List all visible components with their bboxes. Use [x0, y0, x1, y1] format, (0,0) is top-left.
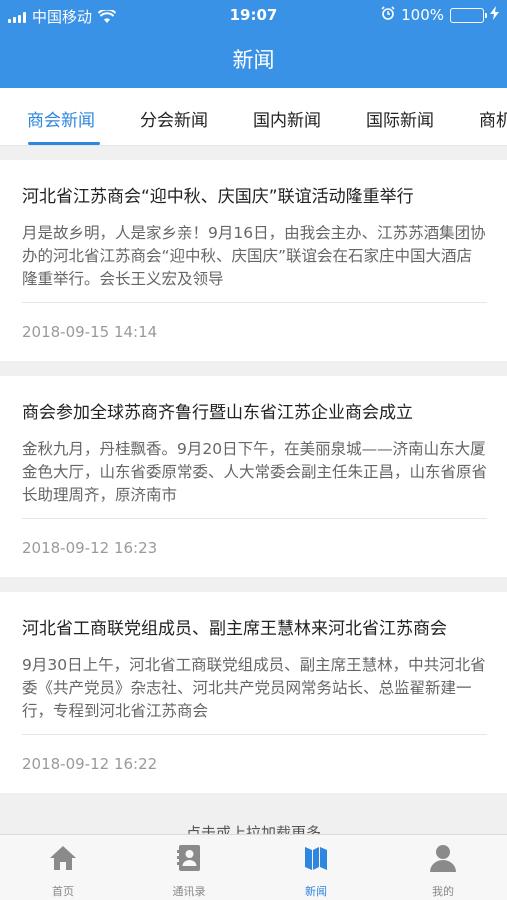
charging-icon — [490, 6, 499, 24]
divider — [22, 302, 487, 303]
tab-international-news[interactable]: 国际新闻 — [366, 106, 434, 131]
news-card[interactable]: 河北省工商联党组成员、副主席王慧林来河北省江苏商会 9月30日上午，河北省工商联… — [0, 592, 507, 793]
divider — [22, 518, 487, 519]
bottom-tab-bar: 首页 通讯录 新闻 我的 — [0, 834, 507, 900]
page-title: 新闻 — [232, 48, 275, 72]
news-date: 2018-09-12 16:23 — [22, 539, 158, 557]
tab-branch-news[interactable]: 分会新闻 — [140, 106, 208, 131]
news-date: 2018-09-12 16:22 — [22, 755, 158, 773]
profile-icon — [430, 845, 456, 872]
divider — [22, 734, 487, 735]
contacts-icon — [177, 845, 200, 871]
tabbar-news[interactable]: 新闻 — [266, 843, 366, 899]
tabbar-label: 新闻 — [305, 885, 327, 898]
tab-business-opportunities[interactable]: 商机 — [479, 106, 507, 131]
news-summary: 月是故乡明，人是家乡亲！9月16日，由我会主办、江苏苏酒集团协办的河北省江苏商会… — [22, 224, 486, 288]
top-bar: 中国移动 19:07 100% 新闻 — [0, 0, 507, 88]
battery-icon — [450, 7, 487, 23]
tabbar-label: 我的 — [432, 885, 454, 898]
tab-chamber-news[interactable]: 商会新闻 — [27, 106, 95, 131]
tabbar-contacts[interactable]: 通讯录 — [139, 843, 239, 899]
category-tabs: 商会新闻 分会新闻 国内新闻 国际新闻 商机 — [0, 88, 507, 146]
news-summary: 9月30日上午，河北省工商联党组成员、副主席王慧林，中共河北省委《共产党员》杂志… — [22, 656, 486, 720]
tab-domestic-news[interactable]: 国内新闻 — [253, 106, 321, 131]
news-icon — [305, 847, 327, 870]
news-title: 商会参加全球苏商齐鲁行暨山东省江苏企业商会成立 — [22, 403, 413, 423]
news-summary: 金秋九月，丹桂飘香。9月20日下午，在美丽泉城——济南山东大厦金色大厅，山东省委… — [22, 440, 487, 504]
news-card[interactable]: 商会参加全球苏商齐鲁行暨山东省江苏企业商会成立 金秋九月，丹桂飘香。9月20日下… — [0, 376, 507, 577]
tabbar-home[interactable]: 首页 — [13, 843, 113, 899]
status-bar: 中国移动 19:07 100% — [0, 0, 507, 30]
home-icon — [50, 846, 76, 870]
news-date: 2018-09-15 14:14 — [22, 323, 158, 341]
tabbar-label: 通讯录 — [172, 885, 206, 898]
news-title: 河北省工商联党组成员、副主席王慧林来河北省江苏商会 — [22, 619, 447, 639]
active-tab-indicator — [28, 142, 100, 145]
alarm-icon — [381, 6, 395, 24]
tabbar-label: 首页 — [52, 885, 74, 898]
news-card[interactable]: 河北省江苏商会“迎中秋、庆国庆”联谊活动隆重举行 月是故乡明，人是家乡亲！9月1… — [0, 160, 507, 361]
news-title: 河北省江苏商会“迎中秋、庆国庆”联谊活动隆重举行 — [22, 187, 414, 207]
battery-percent: 100% — [401, 6, 444, 24]
tabbar-profile[interactable]: 我的 — [393, 843, 493, 899]
